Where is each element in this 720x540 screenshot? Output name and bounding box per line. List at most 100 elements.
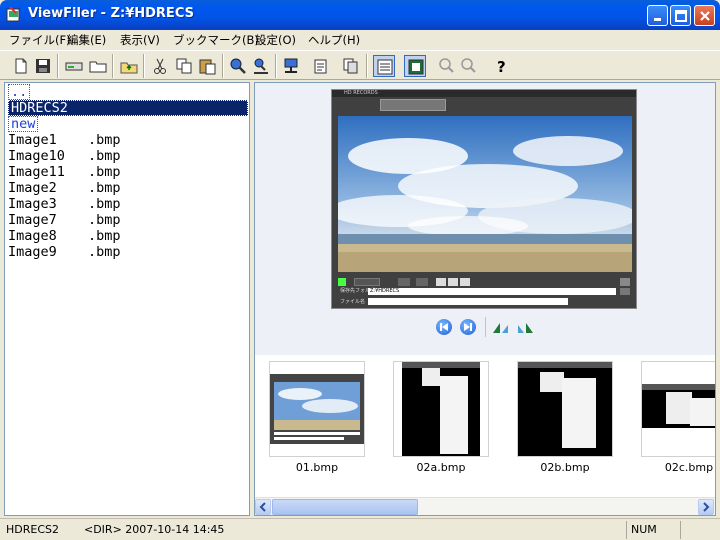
status-name: HDRECS2: [6, 523, 59, 536]
duplicate-button[interactable]: [340, 55, 362, 77]
close-button[interactable]: [694, 5, 715, 26]
list-item[interactable]: Image1 .bmp: [8, 132, 121, 148]
new-file-button[interactable]: [10, 55, 32, 77]
list-item[interactable]: Image11 .bmp: [8, 164, 121, 180]
menu-edit[interactable]: 編集(E): [67, 32, 106, 48]
rotate-right-button[interactable]: [516, 319, 534, 335]
parent-folder-icon: [120, 62, 138, 74]
folder-button[interactable]: [87, 55, 109, 77]
cut-button[interactable]: [149, 55, 171, 77]
zoom-out-icon: [461, 58, 476, 73]
list-item[interactable]: Image9 .bmp: [8, 244, 121, 260]
search-icon: [230, 58, 246, 74]
file-name: Image7: [8, 212, 57, 228]
preview-file-field: [368, 298, 568, 305]
menu-help[interactable]: ヘルプ(H): [308, 32, 360, 48]
thumbnail[interactable]: [269, 361, 365, 457]
thumbnail-label: 02a.bmp: [416, 461, 466, 474]
list-item-selected-dir[interactable]: HDRECS2: [8, 100, 248, 116]
list-item[interactable]: Image2 .bmp: [8, 180, 121, 196]
menu-view[interactable]: 表示(V): [120, 32, 160, 48]
new-file-icon: [15, 58, 27, 74]
menu-bookmark[interactable]: ブックマーク(B): [173, 32, 259, 48]
menu-settings[interactable]: 設定(O): [255, 32, 296, 48]
drive-button[interactable]: [63, 55, 85, 77]
app-icon[interactable]: [6, 6, 22, 23]
rotate-left-button[interactable]: [492, 319, 510, 335]
list-item[interactable]: Image7 .bmp: [8, 212, 121, 228]
list-view-icon: [377, 59, 393, 75]
file-name: Image2: [8, 180, 57, 196]
network-button[interactable]: [280, 55, 302, 77]
thumbnail[interactable]: [517, 361, 613, 457]
list-item[interactable]: Image3 .bmp: [8, 196, 121, 212]
thumbnail-label: 02b.bmp: [540, 461, 590, 474]
status-bar: HDRECS2 <DIR> 2007-10-14 14:45 NUM: [0, 518, 720, 540]
file-name: new: [11, 116, 36, 132]
copy-button[interactable]: [173, 55, 195, 77]
thumbnail-image: [518, 362, 612, 456]
horizontal-scrollbar[interactable]: [255, 497, 715, 515]
file-ext: .bmp: [88, 180, 121, 196]
list-item-dir[interactable]: new: [8, 116, 39, 132]
scroll-thumb[interactable]: [272, 499, 418, 515]
paste-button[interactable]: [196, 55, 218, 77]
maximize-icon: [675, 10, 687, 22]
status-panel-empty: [680, 521, 718, 539]
list-item[interactable]: Image8 .bmp: [8, 228, 121, 244]
scroll-right-button[interactable]: [698, 499, 714, 515]
file-name: Image8: [8, 228, 57, 244]
minimize-button[interactable]: [647, 5, 668, 26]
list-item-parent-dir[interactable]: ..: [8, 84, 31, 100]
close-icon: [700, 11, 710, 21]
file-list[interactable]: .. HDRECS2 new Image1 .bmp Image10 .bmp Im…: [4, 82, 250, 516]
file-ext: .bmp: [88, 244, 121, 260]
find-next-button[interactable]: [250, 55, 272, 77]
save-button[interactable]: [32, 55, 54, 77]
parent-folder-button[interactable]: [118, 55, 140, 77]
save-icon: [36, 59, 50, 73]
zoom-in-button[interactable]: [436, 55, 458, 77]
preview-folder-value: Z:¥HDRECS: [370, 288, 400, 294]
scroll-left-button[interactable]: [255, 499, 271, 515]
file-name: Image1: [8, 132, 57, 148]
previous-image-button[interactable]: [436, 319, 452, 335]
next-image-button[interactable]: [460, 319, 476, 335]
list-item[interactable]: Image10 .bmp: [8, 148, 121, 164]
duplicate-icon: [343, 58, 358, 74]
network-icon: [284, 58, 298, 73]
search-button[interactable]: [227, 55, 249, 77]
preview-control: [620, 278, 630, 286]
file-name: Image10: [8, 148, 65, 164]
maximize-button[interactable]: [670, 5, 691, 26]
file-ext: .bmp: [88, 148, 121, 164]
skip-back-icon: [440, 323, 448, 331]
list-view-button[interactable]: [373, 55, 395, 77]
preview-header-box: [380, 99, 446, 111]
sky-photo: [338, 116, 632, 272]
properties-button[interactable]: [310, 55, 332, 77]
folder-icon: [89, 61, 107, 73]
drive-icon: [65, 62, 83, 71]
zoom-in-icon: [439, 58, 454, 73]
help-icon: ?: [497, 58, 506, 75]
thumbnail-view-button[interactable]: [404, 55, 426, 77]
file-ext: .bmp: [88, 228, 121, 244]
status-led: [338, 278, 346, 286]
help-button[interactable]: ?: [490, 55, 512, 77]
menu-file[interactable]: ファイル(F): [9, 32, 71, 48]
thumbnail-image: [402, 362, 480, 456]
paste-icon: [199, 59, 216, 75]
thumbnail-view-icon: [408, 59, 424, 75]
thumbnail[interactable]: [641, 361, 715, 457]
preview-control: [436, 278, 446, 286]
preview-control: [398, 278, 410, 286]
window-title: ViewFiler - Z:¥HDRECS: [28, 6, 194, 21]
zoom-out-button[interactable]: [458, 55, 480, 77]
file-name: Image3: [8, 196, 57, 212]
thumbnail[interactable]: [393, 361, 489, 457]
file-name: HDRECS2: [11, 100, 68, 116]
preview-image[interactable]: HD RECORDS 保存先フォルダ Z:¥HDRECS ファイル名: [331, 89, 637, 309]
preview-control: [620, 288, 630, 295]
thumbnail-image: [642, 384, 715, 428]
